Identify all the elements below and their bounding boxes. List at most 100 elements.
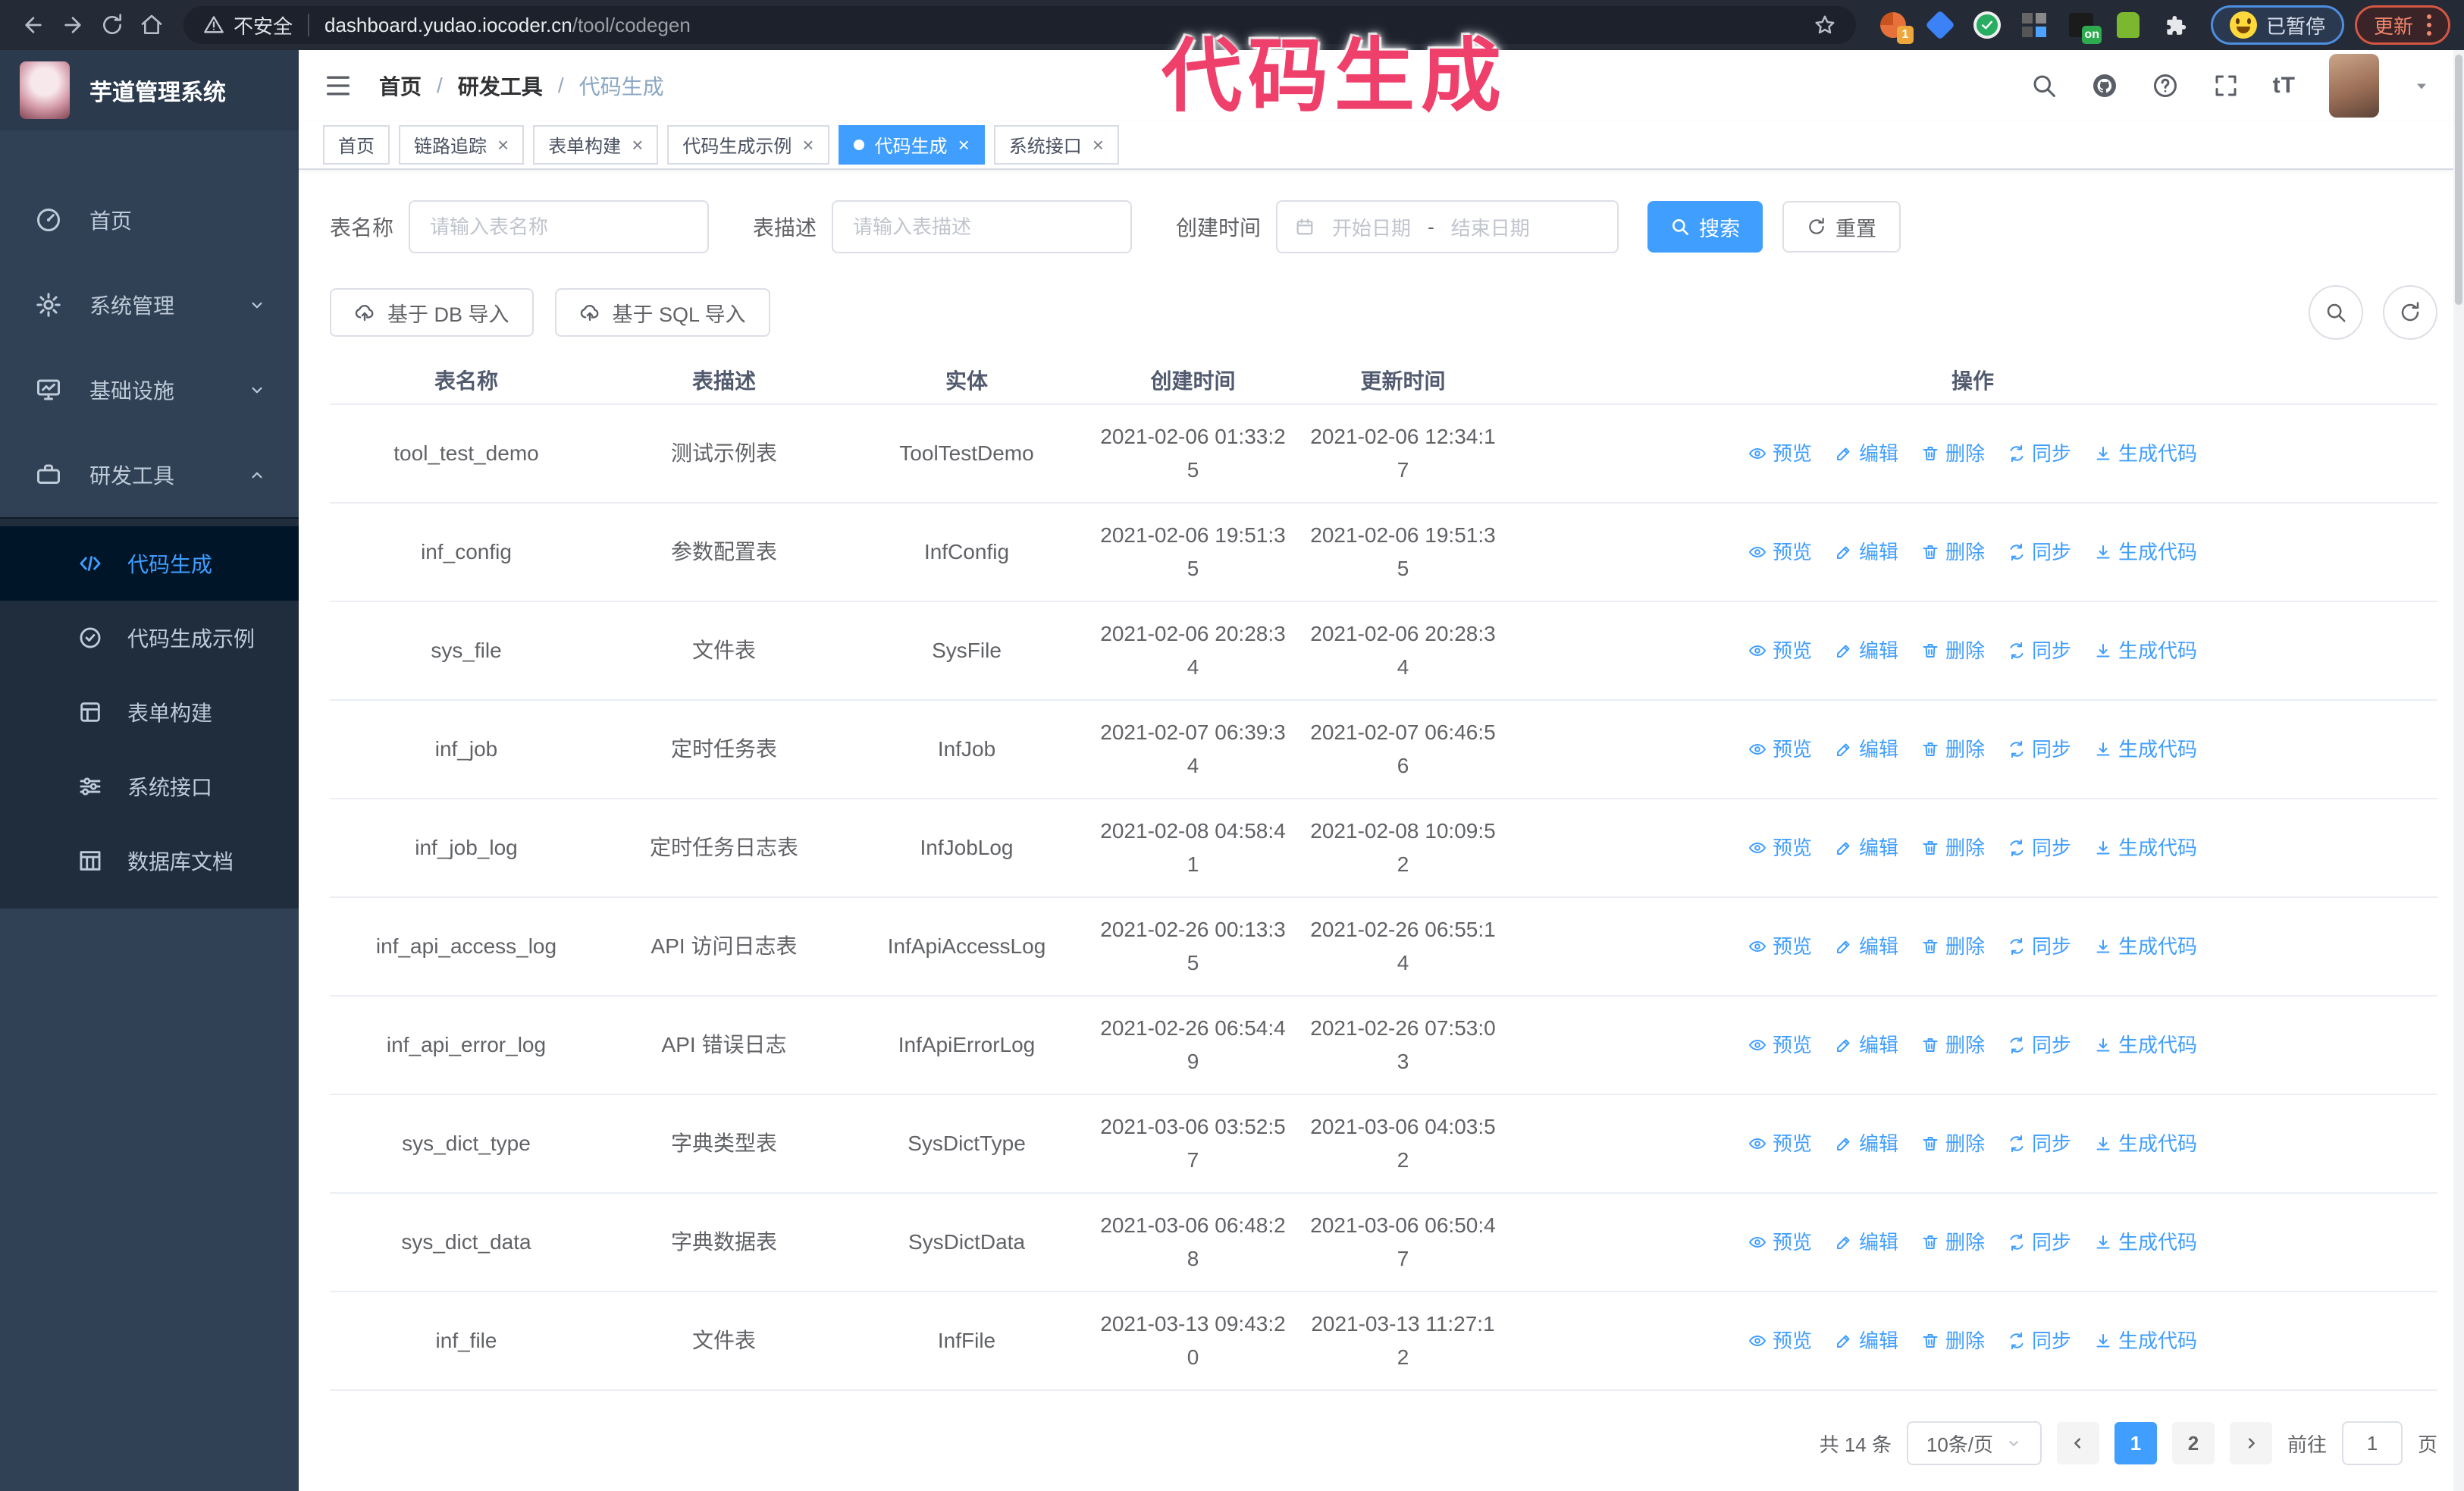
breadcrumb-home[interactable]: 首页 [379, 71, 422, 101]
question-icon[interactable] [2152, 72, 2179, 99]
action-preview[interactable]: 预览 [1748, 634, 1812, 667]
sidebar-item-system[interactable]: 系统管理 [0, 262, 299, 347]
action-sync[interactable]: 同步 [2008, 831, 2071, 865]
tab-codegen[interactable]: 代码生成 × [838, 124, 985, 165]
search-icon[interactable] [2030, 72, 2058, 99]
github-icon[interactable] [2091, 72, 2118, 99]
action-edit[interactable]: 编辑 [1835, 634, 1898, 667]
back-icon[interactable] [14, 5, 53, 45]
tab-trace[interactable]: 链路追踪 × [399, 124, 525, 165]
action-edit[interactable]: 编辑 [1835, 1127, 1898, 1160]
font-size-icon[interactable]: tT [2273, 73, 2296, 99]
green-ext-icon[interactable] [2114, 11, 2143, 39]
tab-system-api[interactable]: 系统接口 × [993, 124, 1119, 165]
action-generate-code[interactable]: 生成代码 [2094, 1028, 2197, 1062]
action-preview[interactable]: 预览 [1748, 1028, 1812, 1062]
action-preview[interactable]: 预览 [1748, 1127, 1812, 1160]
avatar[interactable] [2329, 53, 2379, 118]
action-edit[interactable]: 编辑 [1835, 733, 1898, 766]
close-icon[interactable]: × [632, 135, 643, 155]
paused-badge[interactable]: 已暂停 [2210, 5, 2344, 45]
breadcrumb-devtools[interactable]: 研发工具 [458, 71, 543, 101]
page-button-1[interactable]: 1 [2114, 1422, 2157, 1464]
check-ext-icon[interactable] [1973, 11, 2002, 39]
refresh-table-button[interactable] [2383, 285, 2437, 340]
action-generate-code[interactable]: 生成代码 [2094, 1127, 2197, 1160]
adguard-ext-icon[interactable]: 1 [1879, 11, 1914, 44]
date-range-picker[interactable]: 开始日期 - 结束日期 [1276, 200, 1619, 253]
forward-icon[interactable] [53, 5, 92, 45]
tab-home[interactable]: 首页 [323, 124, 390, 165]
action-edit[interactable]: 编辑 [1835, 1028, 1898, 1062]
action-sync[interactable]: 同步 [2008, 634, 2071, 667]
action-delete[interactable]: 删除 [1921, 634, 1985, 667]
puzzle-ext-icon[interactable] [2161, 11, 2190, 39]
action-delete[interactable]: 删除 [1921, 930, 1985, 963]
table-desc-input[interactable] [832, 200, 1133, 253]
reload-icon[interactable] [92, 5, 132, 45]
close-icon[interactable]: × [497, 135, 509, 155]
action-sync[interactable]: 同步 [2008, 1127, 2071, 1160]
action-delete[interactable]: 删除 [1921, 1226, 1985, 1259]
action-edit[interactable]: 编辑 [1835, 535, 1898, 569]
sidebar-item-db-docs[interactable]: 数据库文档 [0, 824, 299, 898]
action-delete[interactable]: 删除 [1921, 1127, 1985, 1160]
action-preview[interactable]: 预览 [1748, 930, 1812, 963]
page-scrollbar[interactable] [2453, 50, 2464, 1491]
action-generate-code[interactable]: 生成代码 [2094, 831, 2197, 865]
gem-ext-icon[interactable] [1925, 10, 1955, 40]
action-sync[interactable]: 同步 [2008, 733, 2071, 766]
dark-ext-icon[interactable]: on [2067, 11, 2102, 44]
page-size-select[interactable]: 10条/页 [1906, 1421, 2042, 1465]
action-preview[interactable]: 预览 [1748, 437, 1812, 470]
sidebar-item-codegen[interactable]: 代码生成 [0, 526, 299, 601]
home-icon[interactable] [132, 5, 171, 45]
action-delete[interactable]: 删除 [1921, 535, 1985, 569]
menu-fold-icon[interactable] [323, 71, 353, 101]
action-preview[interactable]: 预览 [1748, 831, 1812, 865]
action-sync[interactable]: 同步 [2008, 1324, 2071, 1358]
kebab-menu-icon[interactable] [2427, 14, 2431, 36]
next-page-button[interactable] [2229, 1422, 2272, 1464]
action-generate-code[interactable]: 生成代码 [2094, 1226, 2197, 1259]
security-chip[interactable]: 不安全 [203, 11, 293, 39]
close-icon[interactable]: × [1092, 135, 1104, 155]
toggle-search-button[interactable] [2309, 285, 2363, 340]
close-icon[interactable]: × [958, 135, 970, 155]
action-edit[interactable]: 编辑 [1835, 1324, 1898, 1358]
tab-codegen-example[interactable]: 代码生成示例 × [667, 124, 829, 165]
prev-page-button[interactable] [2056, 1422, 2099, 1464]
action-generate-code[interactable]: 生成代码 [2094, 437, 2197, 470]
sidebar-item-form-builder[interactable]: 表单构建 [0, 675, 299, 749]
action-sync[interactable]: 同步 [2008, 1226, 2071, 1259]
action-edit[interactable]: 编辑 [1835, 1226, 1898, 1259]
action-delete[interactable]: 删除 [1921, 831, 1985, 865]
action-delete[interactable]: 删除 [1921, 1324, 1985, 1358]
action-generate-code[interactable]: 生成代码 [2094, 535, 2197, 569]
action-sync[interactable]: 同步 [2008, 437, 2071, 470]
action-preview[interactable]: 预览 [1748, 733, 1812, 766]
sidebar-item-infra[interactable]: 基础设施 [0, 347, 299, 432]
action-sync[interactable]: 同步 [2008, 1028, 2071, 1062]
goto-page-input[interactable] [2341, 1421, 2403, 1465]
action-generate-code[interactable]: 生成代码 [2094, 733, 2197, 766]
import-db-button[interactable]: 基于 DB 导入 [330, 288, 534, 337]
sidebar-item-devtools[interactable]: 研发工具 [0, 432, 299, 517]
caret-down-icon[interactable] [2412, 77, 2431, 95]
sidebar-item-codegen-example[interactable]: 代码生成示例 [0, 601, 299, 675]
page-button-2[interactable]: 2 [2171, 1422, 2215, 1464]
sidebar-item-home[interactable]: 首页 [0, 177, 299, 262]
update-badge[interactable]: 更新 [2354, 5, 2450, 45]
reset-button[interactable]: 重置 [1782, 201, 1901, 253]
action-generate-code[interactable]: 生成代码 [2094, 634, 2197, 667]
close-icon[interactable]: × [802, 135, 813, 155]
action-preview[interactable]: 预览 [1748, 1324, 1812, 1358]
action-generate-code[interactable]: 生成代码 [2094, 1324, 2197, 1358]
scrollbar-thumb[interactable] [2455, 55, 2462, 305]
grid-ext-icon[interactable] [2020, 11, 2049, 39]
url-bar[interactable]: 不安全 dashboard.yudao.iocoder.cn/tool/code… [183, 6, 1856, 44]
action-edit[interactable]: 编辑 [1835, 831, 1898, 865]
search-button[interactable]: 搜索 [1647, 201, 1763, 253]
action-edit[interactable]: 编辑 [1835, 437, 1898, 470]
fullscreen-icon[interactable] [2212, 72, 2240, 99]
